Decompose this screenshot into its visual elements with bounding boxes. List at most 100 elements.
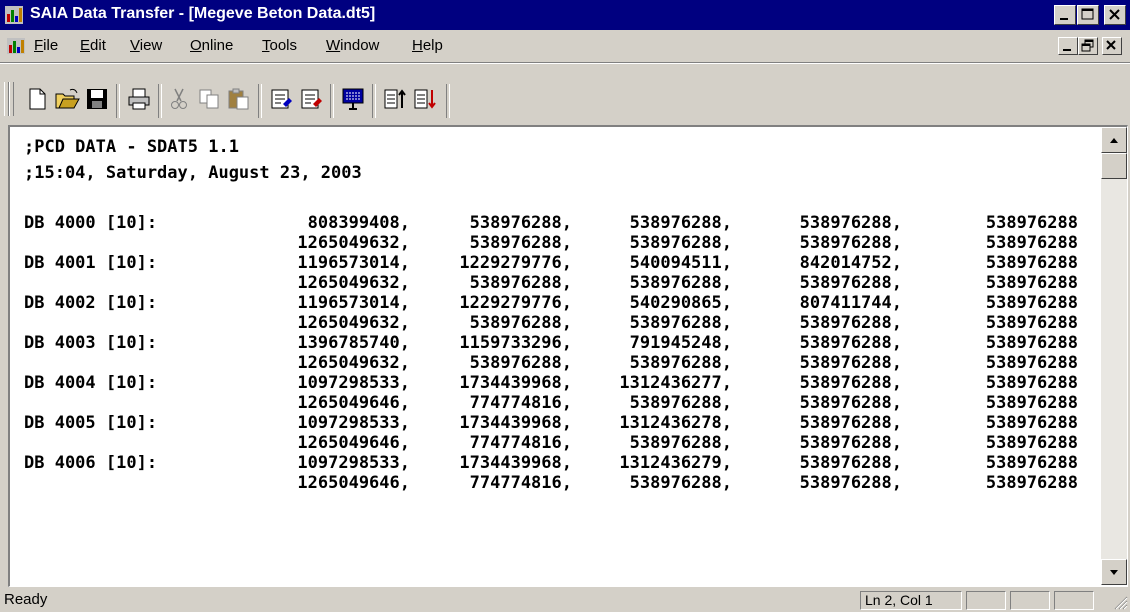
sort-descending-icon [414,89,436,109]
db-value-cell: 1734439968, [459,413,572,433]
close-icon [1106,40,1116,50]
open-button[interactable] [54,86,80,112]
sort-ascending-button[interactable] [382,86,408,112]
new-button[interactable] [24,86,50,112]
sort-descending-button[interactable] [412,86,438,112]
db-value-cell: 538976288 [985,353,1078,373]
arrow-down-icon [1110,570,1118,575]
db-value-cell: 808399408, [307,213,410,233]
status-pane-indicator [1010,591,1050,610]
copy-icon [199,89,219,109]
db-value-cell: 538976288, [629,313,732,333]
db-value-cell: 1734439968, [459,453,572,473]
db-value-cell: 538976288, [629,393,732,413]
document-icon[interactable] [6,37,26,55]
paste-button[interactable] [226,86,252,112]
db-value-cell: 538976288, [629,353,732,373]
db-value-cell: 538976288, [799,453,902,473]
db-value-cell: 538976288, [799,433,902,453]
toolbar-separator [330,84,334,118]
db-value-cell: 1229279776, [459,293,572,313]
minimize-icon [1060,18,1068,20]
menu-online[interactable]: Online [190,37,233,54]
menu-file[interactable]: File [34,37,58,54]
menu-help[interactable]: Help [412,37,443,54]
db-value-cell: 538976288 [985,393,1078,413]
minimize-icon [1063,49,1071,51]
db-value-cell: 1265049632, [297,353,410,373]
child-close-button[interactable] [1102,37,1122,55]
db-value-cell: 538976288 [985,473,1078,493]
child-minimize-button[interactable] [1058,37,1078,55]
online-icon [342,88,364,110]
scrollbar-thumb[interactable] [1101,153,1127,179]
toolbar-separator [372,84,376,118]
vertical-scrollbar[interactable] [1101,127,1127,585]
child-restore-button[interactable] [1078,37,1098,55]
db-value-cell: 538976288, [799,233,902,253]
db-value-cell: 1396785740, [297,333,410,353]
db-value-cell: 538976288, [629,433,732,453]
db-value-cell: 538976288, [629,273,732,293]
db-block-label: DB 4002 [10]: [24,293,158,313]
copy-button[interactable] [196,86,222,112]
minimize-button[interactable] [1054,5,1076,25]
menu-bar: File Edit View Online Tools Window Help [0,30,1130,63]
db-value-cell: 1265049646, [297,473,410,493]
close-icon [1109,9,1120,20]
toolbar-separator [446,84,450,118]
db-value-cell: 538976288 [985,293,1078,313]
online-button[interactable] [340,86,366,112]
db-value-cell: 538976288, [799,353,902,373]
db-value-cell: 1097298533, [297,413,410,433]
save-button[interactable] [84,86,110,112]
db-value-cell: 791945248, [629,333,732,353]
new-file-icon [29,88,46,110]
cut-button[interactable] [166,86,192,112]
scroll-up-button[interactable] [1101,127,1127,153]
document-text-area[interactable]: ;PCD DATA - SDAT5 1.1 ;15:04, Saturday, … [10,127,1102,585]
close-button[interactable] [1104,5,1126,25]
db-value-cell: 774774816, [469,393,572,413]
db-value-cell: 1265049632, [297,273,410,293]
menu-view[interactable]: View [130,37,162,54]
print-icon [128,88,150,110]
menu-window[interactable]: Window [326,37,379,54]
upload-button[interactable] [268,86,294,112]
db-value-cell: 538976288, [629,473,732,493]
db-value-cell: 774774816, [469,473,572,493]
db-value-cell: 538976288 [985,333,1078,353]
print-button[interactable] [126,86,152,112]
db-value-cell: 538976288 [985,433,1078,453]
db-value-cell: 538976288, [629,233,732,253]
db-value-cell: 1312436279, [619,453,732,473]
db-value-cell: 807411744, [799,293,902,313]
db-value-cell: 538976288, [799,213,902,233]
db-value-cell: 538976288 [985,273,1078,293]
menu-tools[interactable]: Tools [262,37,297,54]
db-value-cell: 1196573014, [297,253,410,273]
db-block-label: DB 4004 [10]: [24,373,158,393]
sort-ascending-icon [384,89,406,109]
db-value-cell: 538976288, [799,273,902,293]
toolbar [0,63,1130,126]
download-button[interactable] [298,86,324,112]
db-value-cell: 538976288 [985,373,1078,393]
arrow-up-icon [1110,138,1118,143]
db-block-label: DB 4000 [10]: [24,213,158,233]
db-value-cell: 538976288, [469,213,572,233]
menu-edit[interactable]: Edit [80,37,106,54]
app-icon[interactable] [4,5,24,25]
resize-grip-icon[interactable] [1112,594,1128,610]
restore-icon [1081,39,1094,52]
toolbar-grip[interactable] [9,82,14,116]
maximize-button[interactable] [1077,5,1099,25]
scroll-down-button[interactable] [1101,559,1127,585]
toolbar-separator [116,84,120,118]
cursor-position: Ln 2, Col 1 [860,591,962,610]
db-value-cell: 538976288 [985,213,1078,233]
document-window: ;PCD DATA - SDAT5 1.1 ;15:04, Saturday, … [8,125,1128,587]
db-value-cell: 1312436278, [619,413,732,433]
db-value-cell: 538976288, [469,353,572,373]
db-value-cell: 538976288, [469,233,572,253]
